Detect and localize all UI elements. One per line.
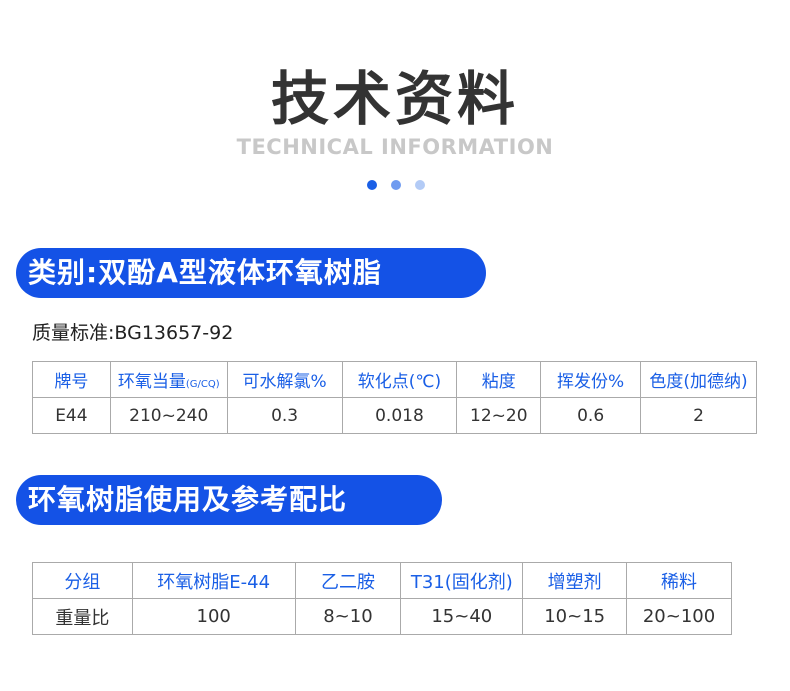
header-cell: 牌号 bbox=[32, 361, 111, 398]
header-cell: 分组 bbox=[32, 562, 133, 599]
ratio-value-row: 重量比 100 8~10 15~40 10~15 20~100 bbox=[32, 598, 732, 635]
header-cell: 乙二胺 bbox=[294, 562, 402, 599]
indicator-dot-3 bbox=[415, 180, 425, 190]
value-cell: 20~100 bbox=[626, 598, 732, 635]
quality-standard: 质量标准:BG13657-92 bbox=[32, 322, 234, 344]
ratio-header-row: 分组 环氧树脂E-44 乙二胺 T31(固化剂) 增塑剂 稀料 bbox=[32, 562, 732, 599]
spec-value-row: E44 210~240 0.3 0.018 12~20 0.6 2 bbox=[32, 397, 757, 434]
value-cell: 2 bbox=[640, 397, 757, 434]
header-unit: (G/CQ) bbox=[185, 379, 220, 390]
value-cell: 重量比 bbox=[32, 598, 133, 635]
value-cell: E44 bbox=[32, 397, 111, 434]
page-title: 技术资料 bbox=[270, 65, 519, 133]
header-cell: T31(固化剂) bbox=[400, 562, 524, 599]
header-cell: 色度(加德纳) bbox=[640, 361, 757, 398]
header-cell: 稀料 bbox=[626, 562, 732, 599]
section-heading-mix-ratio: 环氧树脂使用及参考配比 bbox=[16, 475, 442, 525]
header-cell: 环氧当量(G/CQ) bbox=[109, 361, 228, 398]
value-cell: 210~240 bbox=[109, 397, 228, 434]
value-cell: 10~15 bbox=[522, 598, 628, 635]
header-cell: 环氧树脂E-44 bbox=[131, 562, 296, 599]
header-cell: 可水解氯% bbox=[226, 361, 343, 398]
header-cell: 软化点(℃) bbox=[341, 361, 458, 398]
indicator-dot-2 bbox=[391, 180, 401, 190]
value-cell: 12~20 bbox=[456, 397, 542, 434]
ratio-table: 分组 环氧树脂E-44 乙二胺 T31(固化剂) 增塑剂 稀料 重量比 100 … bbox=[32, 562, 732, 635]
page-indicator bbox=[367, 180, 425, 190]
header-cell: 粘度 bbox=[456, 361, 542, 398]
value-cell: 0.6 bbox=[540, 397, 642, 434]
indicator-dot-1 bbox=[367, 180, 377, 190]
header-cell: 增塑剂 bbox=[522, 562, 628, 599]
page-subtitle: TECHNICAL INFORMATION bbox=[236, 135, 554, 159]
header-text: 环氧当量 bbox=[117, 372, 186, 392]
spec-header-row: 牌号 环氧当量(G/CQ) 可水解氯% 软化点(℃) 粘度 挥发份% 色度(加德… bbox=[32, 361, 757, 398]
header-cell: 挥发份% bbox=[540, 361, 642, 398]
spec-table: 牌号 环氧当量(G/CQ) 可水解氯% 软化点(℃) 粘度 挥发份% 色度(加德… bbox=[32, 361, 757, 434]
value-cell: 0.3 bbox=[226, 397, 343, 434]
value-cell: 0.018 bbox=[341, 397, 458, 434]
value-cell: 100 bbox=[131, 598, 296, 635]
section-heading-category: 类别:双酚A型液体环氧树脂 bbox=[16, 248, 486, 298]
value-cell: 15~40 bbox=[400, 598, 524, 635]
value-cell: 8~10 bbox=[294, 598, 402, 635]
